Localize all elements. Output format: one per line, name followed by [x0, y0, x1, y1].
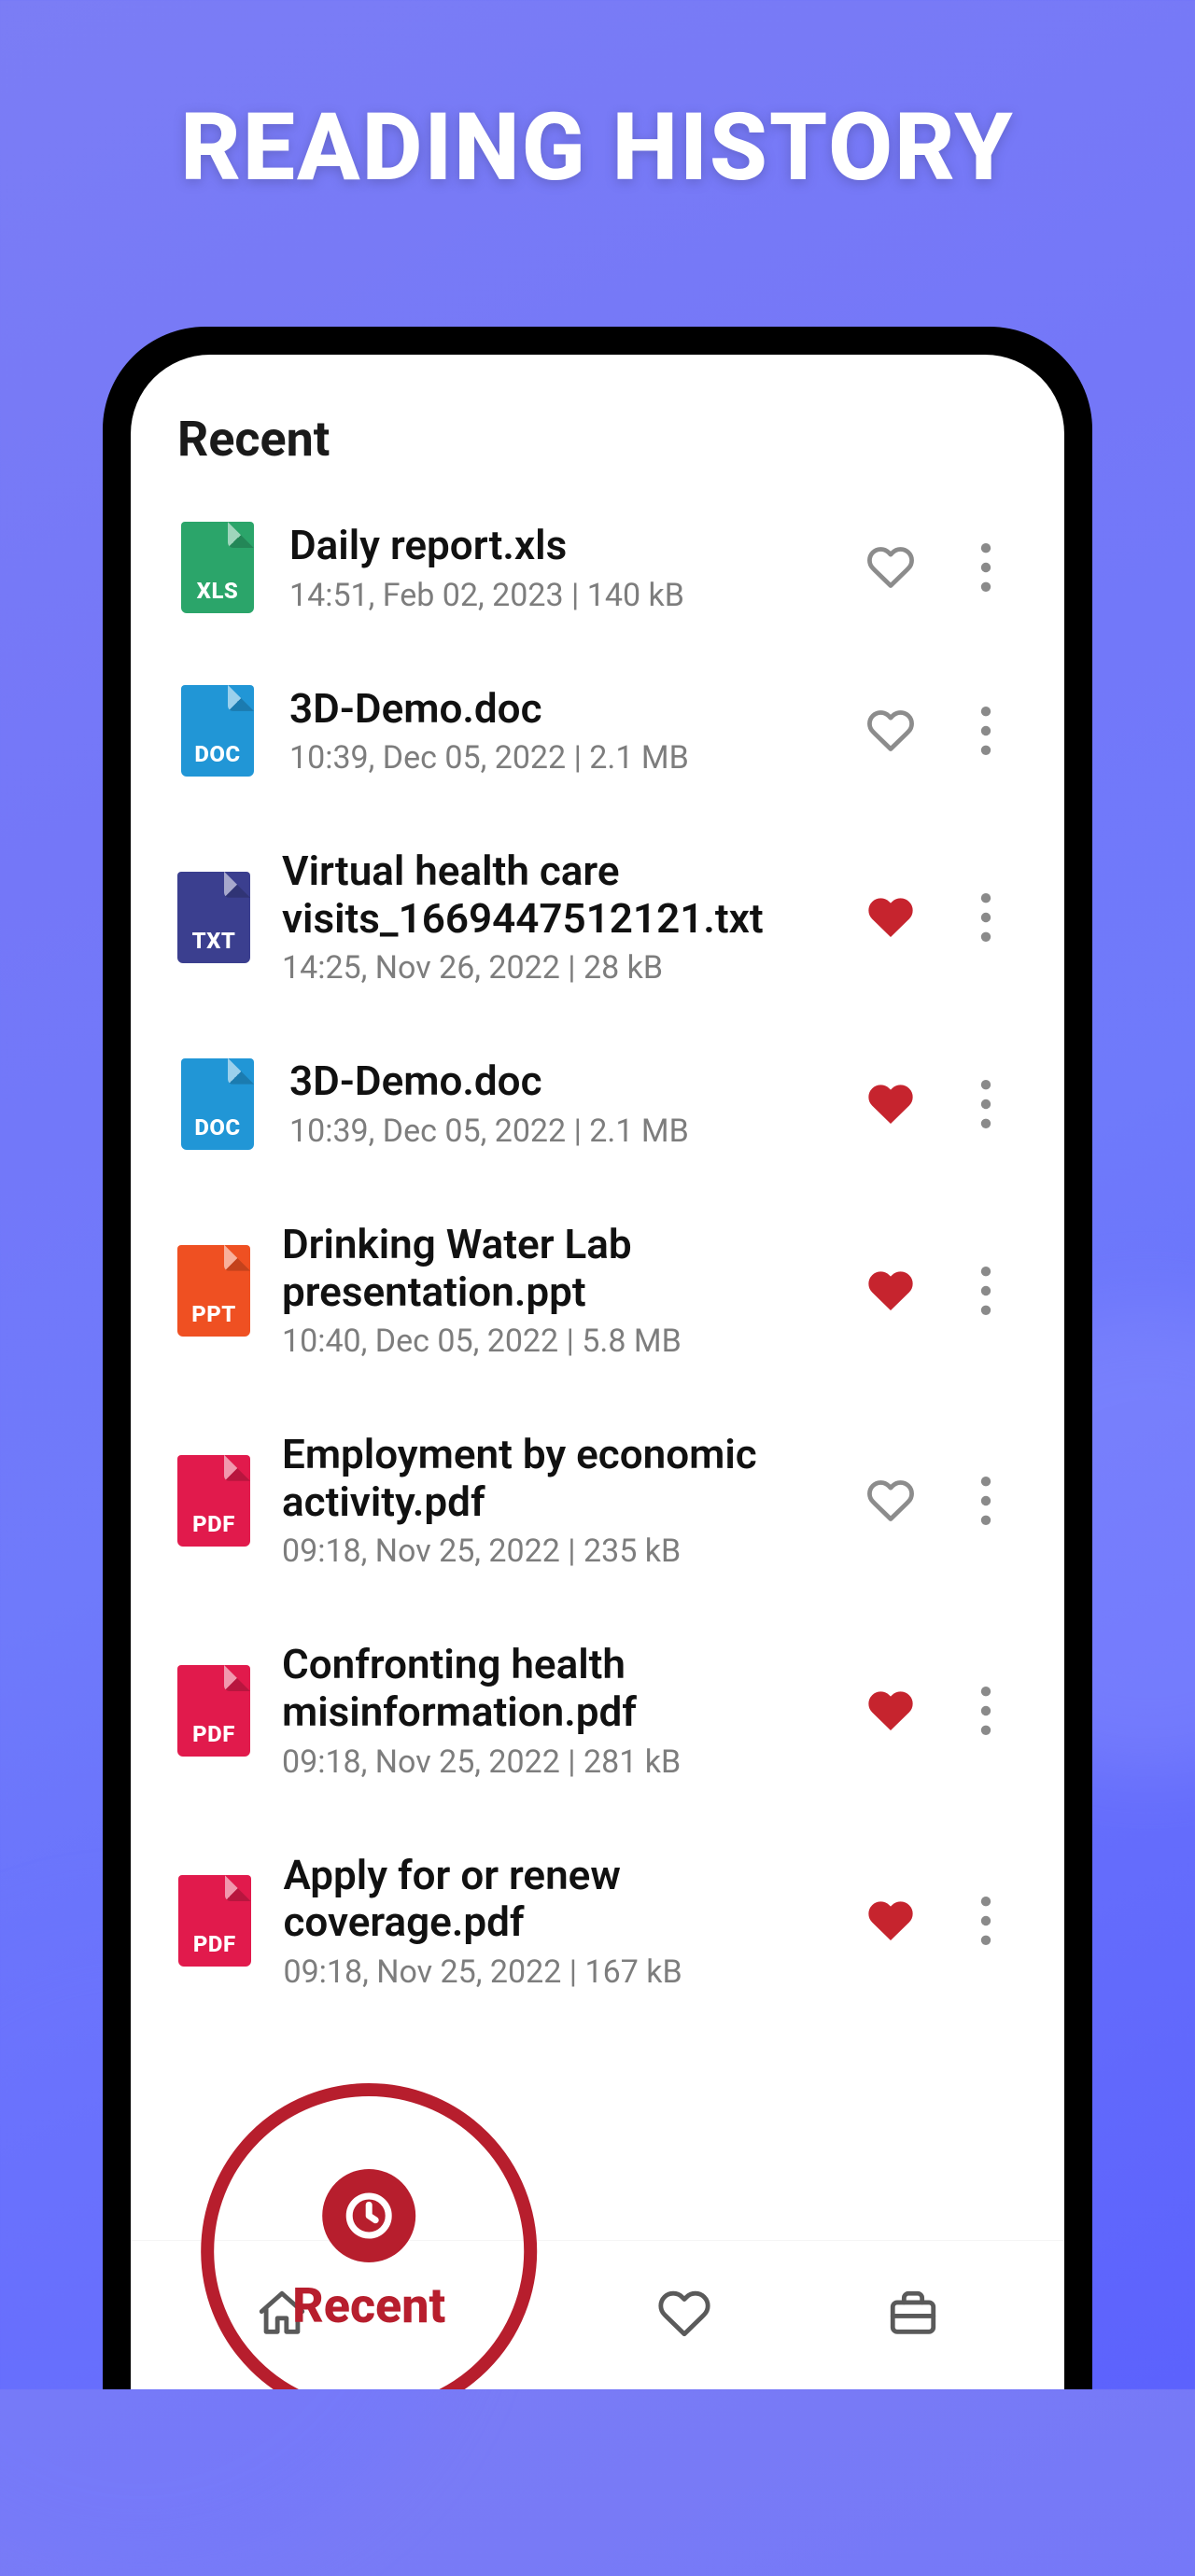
- more-options-button[interactable]: [954, 543, 1018, 592]
- phone-frame: Recent XLS Daily report.xls 14:51, Feb 02,…: [103, 327, 1092, 2389]
- file-info: 3D-Demo.doc 10:39, Dec 05, 2022 | 2.1 MB: [289, 1057, 827, 1150]
- file-ext-label: DOC: [194, 741, 240, 767]
- file-name: 3D-Demo.doc: [289, 685, 827, 733]
- file-ext-label: PPT: [191, 1301, 236, 1327]
- home-icon: [255, 2287, 309, 2345]
- more-options-button[interactable]: [954, 1477, 1018, 1525]
- file-list: XLS Daily report.xls 14:51, Feb 02, 2023 |…: [131, 486, 1064, 2026]
- promo-title: READING HISTORY: [0, 93, 1195, 203]
- file-row[interactable]: PPT Drinking Water Lab presentation.ppt 10…: [159, 1185, 1036, 1395]
- file-type-icon: PDF: [177, 1455, 250, 1547]
- phone-screen: Recent XLS Daily report.xls 14:51, Feb 02,…: [131, 355, 1064, 2389]
- favorite-button[interactable]: [859, 1080, 922, 1128]
- file-meta: 09:18, Nov 25, 2022 | 235 kB: [282, 1533, 827, 1570]
- file-row[interactable]: PDF Confronting health misinformation.pdf…: [159, 1605, 1036, 1815]
- heart-icon: [657, 2287, 711, 2345]
- file-ext-label: PDF: [193, 1931, 236, 1957]
- file-meta: 09:18, Nov 25, 2022 | 167 kB: [283, 1953, 827, 1991]
- file-name: Employment by economic activity.pdf: [282, 1431, 827, 1525]
- file-row[interactable]: PDF Apply for or renew coverage.pdf 09:18,…: [159, 1816, 1036, 2026]
- file-type-icon: DOC: [177, 685, 258, 777]
- file-name: Virtual health care visits_1669447512121…: [282, 847, 827, 942]
- file-row[interactable]: DOC 3D-Demo.doc 10:39, Dec 05, 2022 | 2.1 …: [159, 1022, 1036, 1185]
- file-info: Virtual health care visits_1669447512121…: [282, 847, 827, 987]
- file-row[interactable]: DOC 3D-Demo.doc 10:39, Dec 05, 2022 | 2.1 …: [159, 650, 1036, 813]
- file-meta: 10:40, Dec 05, 2022 | 5.8 MB: [282, 1323, 827, 1360]
- file-ext-label: DOC: [194, 1114, 240, 1141]
- more-options-button[interactable]: [954, 1687, 1018, 1735]
- file-name: Apply for or renew coverage.pdf: [283, 1852, 827, 1946]
- nav-favorites[interactable]: [657, 2287, 711, 2345]
- file-name: Daily report.xls: [289, 522, 827, 569]
- file-row[interactable]: TXT Virtual health care visits_1669447512…: [159, 812, 1036, 1022]
- screen-header: Recent: [131, 355, 1064, 486]
- file-meta: 14:51, Feb 02, 2023 | 140 kB: [289, 577, 827, 614]
- file-info: Employment by economic activity.pdf 09:18…: [282, 1431, 827, 1570]
- file-meta: 14:25, Nov 26, 2022 | 28 kB: [282, 949, 827, 987]
- file-type-icon: PDF: [177, 1665, 250, 1757]
- file-meta: 10:39, Dec 05, 2022 | 2.1 MB: [289, 739, 827, 777]
- file-name: Drinking Water Lab presentation.ppt: [282, 1221, 827, 1315]
- file-name: 3D-Demo.doc: [289, 1057, 827, 1105]
- file-ext-label: PDF: [192, 1511, 235, 1537]
- more-options-button[interactable]: [954, 1080, 1018, 1128]
- favorite-button[interactable]: [859, 1477, 922, 1525]
- favorite-button[interactable]: [859, 1897, 922, 1945]
- file-info: 3D-Demo.doc 10:39, Dec 05, 2022 | 2.1 MB: [289, 685, 827, 777]
- bottom-nav: [131, 2240, 1064, 2389]
- file-ext-label: TXT: [192, 928, 236, 954]
- file-type-icon: TXT: [177, 872, 250, 963]
- favorite-button[interactable]: [859, 1687, 922, 1735]
- favorite-button[interactable]: [859, 1267, 922, 1315]
- file-type-icon: DOC: [177, 1058, 258, 1150]
- file-info: Daily report.xls 14:51, Feb 02, 2023 | 14…: [289, 522, 827, 614]
- file-type-icon: XLS: [177, 522, 258, 613]
- favorite-button[interactable]: [859, 893, 922, 942]
- file-name: Confronting health misinformation.pdf: [282, 1641, 827, 1735]
- file-row[interactable]: PDF Employment by economic activity.pdf 09…: [159, 1395, 1036, 1605]
- file-meta: 09:18, Nov 25, 2022 | 281 kB: [282, 1743, 827, 1781]
- favorite-button[interactable]: [859, 543, 922, 592]
- nav-tools[interactable]: [886, 2287, 940, 2345]
- file-row[interactable]: XLS Daily report.xls 14:51, Feb 02, 2023 |…: [159, 486, 1036, 650]
- file-type-icon: PDF: [177, 1875, 251, 1967]
- nav-home[interactable]: [255, 2287, 309, 2345]
- file-ext-label: XLS: [197, 578, 239, 604]
- more-options-button[interactable]: [954, 893, 1018, 942]
- more-options-button[interactable]: [954, 707, 1018, 755]
- favorite-button[interactable]: [859, 707, 922, 755]
- file-meta: 10:39, Dec 05, 2022 | 2.1 MB: [289, 1113, 827, 1150]
- file-type-icon: PPT: [177, 1245, 250, 1337]
- file-info: Apply for or renew coverage.pdf 09:18, No…: [283, 1852, 827, 1991]
- page-title: Recent: [177, 411, 1018, 468]
- file-info: Drinking Water Lab presentation.ppt 10:40…: [282, 1221, 827, 1360]
- more-options-button[interactable]: [954, 1267, 1018, 1315]
- more-options-button[interactable]: [954, 1897, 1018, 1945]
- briefcase-icon: [886, 2287, 940, 2345]
- file-info: Confronting health misinformation.pdf 09:…: [282, 1641, 827, 1780]
- file-ext-label: PDF: [192, 1721, 235, 1747]
